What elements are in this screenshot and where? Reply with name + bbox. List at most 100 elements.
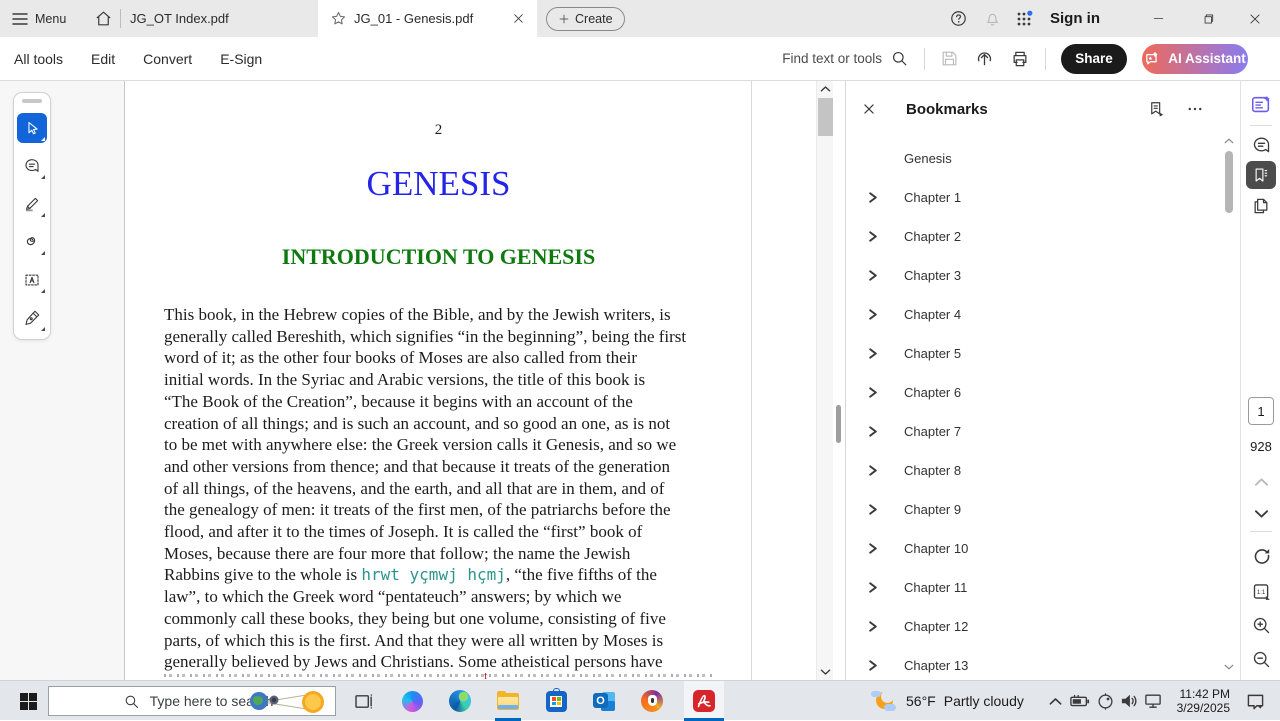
bookmark-item[interactable]: Chapter 2: [846, 217, 1216, 256]
comments-panel-button[interactable]: [1241, 135, 1280, 156]
print-icon[interactable]: [1010, 49, 1030, 69]
pdf-scrollbar[interactable]: [816, 81, 833, 680]
chevron-right-icon[interactable]: [868, 621, 882, 632]
rotate-page-button[interactable]: [1241, 545, 1280, 566]
chevron-right-icon[interactable]: [868, 348, 882, 359]
notification-center-button[interactable]: [1243, 681, 1267, 721]
bookmarks-scrollbar[interactable]: [1223, 137, 1235, 673]
battery-status[interactable]: [1068, 681, 1092, 721]
previous-page-button[interactable]: [1241, 477, 1280, 487]
taskbar-search-box[interactable]: Type here to search: [48, 686, 336, 716]
menu-button[interactable]: Menu: [12, 0, 66, 37]
create-button[interactable]: Create: [546, 7, 625, 31]
bookmark-item[interactable]: Chapter 5: [846, 334, 1216, 373]
select-text-tool-button[interactable]: [17, 265, 47, 295]
close-window-button[interactable]: [1232, 0, 1278, 37]
meet-now-button[interactable]: [1093, 681, 1117, 721]
bookmark-item[interactable]: Chapter 3: [846, 256, 1216, 295]
avast-button[interactable]: [632, 681, 672, 721]
microsoft-store-button[interactable]: [536, 681, 576, 721]
ai-assistant-panel-button[interactable]: [1241, 94, 1280, 116]
chevron-right-icon[interactable]: [868, 543, 882, 554]
bookmark-item[interactable]: Genesis: [846, 139, 1216, 178]
document-viewport[interactable]: 2 GENESIS INTRODUCTION TO GENESIS This b…: [125, 81, 845, 680]
bookmark-item[interactable]: Chapter 9: [846, 490, 1216, 529]
panel-resize-handle[interactable]: [836, 405, 841, 443]
convert-button[interactable]: Convert: [143, 51, 192, 67]
scroll-up-arrow[interactable]: [817, 85, 833, 93]
bookmark-item[interactable]: Chapter 4: [846, 295, 1216, 334]
cloud-upload-icon[interactable]: [974, 48, 995, 69]
apps-grid-button[interactable]: [1008, 0, 1040, 37]
esign-button[interactable]: E-Sign: [220, 51, 262, 67]
current-page-input[interactable]: 1: [1248, 397, 1274, 425]
chevron-right-icon[interactable]: [868, 582, 882, 593]
sign-in-button[interactable]: Sign in: [1050, 0, 1100, 37]
chevron-right-icon[interactable]: [868, 387, 882, 398]
notifications-button[interactable]: [976, 0, 1008, 37]
chevron-right-icon[interactable]: [868, 465, 882, 476]
save-icon[interactable]: [940, 49, 959, 68]
clock[interactable]: 11:42 PM 3/29/2025: [1160, 681, 1230, 721]
zoom-out-button[interactable]: [1241, 649, 1280, 670]
edge-button[interactable]: [440, 681, 480, 721]
next-page-button[interactable]: [1241, 509, 1280, 519]
edit-button[interactable]: Edit: [91, 51, 115, 67]
pdf-scrollbar-thumb[interactable]: [818, 98, 833, 136]
fit-page-button[interactable]: 1:1: [1241, 581, 1280, 602]
chevron-right-icon[interactable]: [868, 426, 882, 437]
volume-button[interactable]: [1117, 681, 1141, 721]
bookmark-item[interactable]: Chapter 10: [846, 529, 1216, 568]
tab-jg-01-genesis[interactable]: JG_01 - Genesis.pdf: [318, 0, 537, 37]
bookmark-item[interactable]: Chapter 1: [846, 178, 1216, 217]
eclipse-doodle[interactable]: [247, 688, 333, 716]
chevron-right-icon[interactable]: [868, 270, 882, 281]
start-button[interactable]: [8, 681, 48, 721]
home-button[interactable]: [94, 0, 113, 37]
palette-drag-handle[interactable]: [22, 99, 42, 103]
tray-expand-button[interactable]: [1043, 681, 1067, 721]
add-bookmark-icon[interactable]: [1147, 100, 1166, 119]
ai-assistant-button[interactable]: AI Assistant: [1142, 44, 1248, 74]
highlight-tool-button[interactable]: [17, 189, 47, 219]
restore-button[interactable]: [1185, 0, 1231, 37]
select-tool-button[interactable]: [17, 113, 47, 143]
outlook-button[interactable]: O: [584, 681, 624, 721]
task-view-button[interactable]: [344, 681, 384, 721]
comment-tool-button[interactable]: [17, 151, 47, 181]
chevron-right-icon[interactable]: [868, 192, 882, 203]
fill-sign-tool-button[interactable]: [17, 303, 47, 333]
bookmark-item[interactable]: Chapter 7: [846, 412, 1216, 451]
more-options-icon[interactable]: [1186, 100, 1204, 118]
tab-jg-ot-index[interactable]: JG_OT Index.pdf: [130, 0, 229, 37]
bell-icon: [983, 9, 1002, 28]
draw-tool-button[interactable]: [17, 227, 47, 257]
attachments-panel-button[interactable]: [1241, 196, 1280, 216]
copilot-button[interactable]: [392, 681, 432, 721]
bookmark-item[interactable]: Chapter 12: [846, 607, 1216, 646]
chevron-right-icon[interactable]: [868, 660, 882, 671]
close-tab-icon[interactable]: [512, 12, 525, 25]
bookmark-item[interactable]: Chapter 6: [846, 373, 1216, 412]
star-icon[interactable]: [330, 10, 347, 27]
bookmarks-scrollbar-thumb[interactable]: [1225, 151, 1233, 213]
minimize-button[interactable]: [1135, 0, 1181, 37]
chevron-right-icon[interactable]: [868, 231, 882, 242]
share-button[interactable]: Share: [1061, 44, 1127, 74]
chevron-right-icon[interactable]: [868, 309, 882, 320]
scroll-down-arrow[interactable]: [817, 668, 833, 676]
all-tools-button[interactable]: All tools: [14, 51, 63, 67]
acrobat-button[interactable]: [684, 681, 724, 721]
chevron-right-icon[interactable]: [868, 504, 882, 515]
weather-widget[interactable]: 56°F Partly cloudy: [872, 681, 1024, 721]
bookmarks-panel-button[interactable]: [1246, 161, 1276, 189]
close-bookmarks-button[interactable]: [846, 102, 892, 116]
zoom-in-button[interactable]: [1241, 615, 1280, 636]
bookmark-item[interactable]: Chapter 8: [846, 451, 1216, 490]
file-explorer-button[interactable]: [488, 681, 528, 721]
help-button[interactable]: [942, 0, 974, 37]
scroll-down-arrow[interactable]: [1223, 663, 1235, 671]
find-text-button[interactable]: Find text or tools: [782, 49, 909, 68]
bookmark-item[interactable]: Chapter 11: [846, 568, 1216, 607]
scroll-up-arrow[interactable]: [1223, 137, 1235, 145]
